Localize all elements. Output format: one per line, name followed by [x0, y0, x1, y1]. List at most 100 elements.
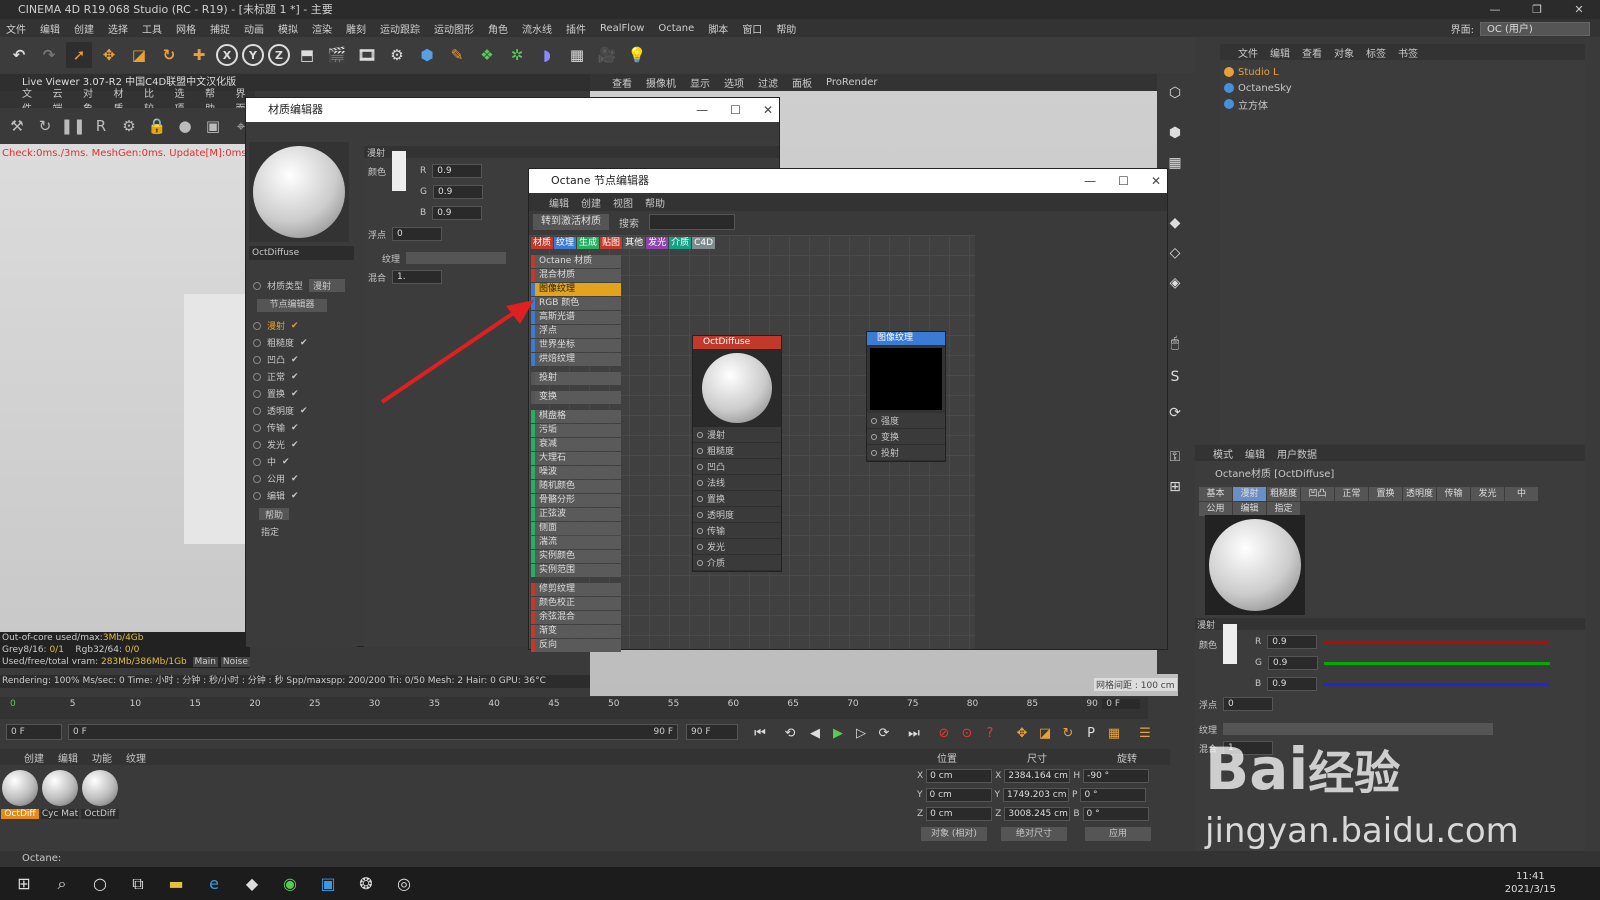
node-category-tab[interactable]: 发光: [646, 237, 669, 249]
channel-radio[interactable]: [253, 355, 261, 364]
menu-item-16[interactable]: RealFlow: [600, 23, 644, 34]
object-menu-item[interactable]: 对象: [1334, 45, 1354, 60]
timeline-ruler[interactable]: 0 5 10 15 20 25 30 35 40 45 50 55 60 65 70 75 80 85 90 0 F: [0, 697, 1148, 719]
channel-radio[interactable]: [253, 491, 261, 500]
key-param-icon[interactable]: P: [1081, 723, 1101, 743]
node-list-item[interactable]: 棋盘格: [531, 410, 621, 423]
end-frame-field[interactable]: 90 F: [686, 724, 738, 740]
coord-field[interactable]: -90 °: [1083, 769, 1150, 783]
app-icon[interactable]: ◆: [240, 872, 264, 896]
key-scale-icon[interactable]: ◪: [1035, 723, 1055, 743]
node-list-item[interactable]: 高斯光谱: [531, 311, 621, 324]
node-category-tab[interactable]: 材质: [531, 237, 554, 249]
menu-item-20[interactable]: 帮助: [776, 21, 796, 36]
material-ball-icon[interactable]: ●: [174, 115, 196, 137]
node-list-item[interactable]: 渐变: [531, 625, 621, 638]
pin-socket[interactable]: [697, 431, 703, 438]
viewport-menu-item[interactable]: 选项: [724, 75, 744, 90]
float-field[interactable]: 0: [392, 227, 443, 241]
node-input-pin[interactable]: 置换: [693, 491, 781, 507]
material-channel-row[interactable]: 透明度 ✔: [253, 403, 308, 418]
node-list-item[interactable]: 湍流: [531, 536, 621, 549]
apply-button[interactable]: 应用: [1085, 827, 1151, 841]
pause-icon[interactable]: ❚❚: [60, 115, 85, 137]
menu-item-11[interactable]: 运动跟踪: [380, 21, 420, 36]
menu-item-1[interactable]: 编辑: [40, 21, 60, 36]
menu-item-13[interactable]: 角色: [488, 21, 508, 36]
attribute-tab[interactable]: 指定: [1267, 502, 1300, 516]
menu-item-8[interactable]: 模拟: [278, 21, 298, 36]
node-editor-menu-item[interactable]: 视图: [613, 195, 633, 210]
go-to-active-material-button[interactable]: 转到激活材质: [533, 214, 609, 230]
render-settings-icon[interactable]: ⚙: [384, 42, 410, 68]
color-b-field[interactable]: 0.9: [1267, 677, 1318, 691]
node-input-pin[interactable]: 介质: [693, 555, 781, 571]
node-category-tab[interactable]: 其他: [623, 237, 646, 249]
settings-icon[interactable]: ⚙: [118, 115, 140, 137]
go-end-icon[interactable]: ⏭: [904, 723, 924, 743]
coord-field[interactable]: 0 °: [1082, 807, 1149, 821]
checkmark-icon[interactable]: ✔: [291, 355, 299, 365]
menu-item-0[interactable]: 文件: [6, 21, 26, 36]
system-clock[interactable]: 11:41 2021/3/15: [1505, 870, 1556, 896]
subdivision-icon[interactable]: ❖: [474, 42, 500, 68]
attribute-tab[interactable]: 发光: [1471, 487, 1504, 501]
menu-item-4[interactable]: 工具: [142, 21, 162, 36]
node-category-tab[interactable]: 纹理: [554, 237, 577, 249]
color-swatch[interactable]: [392, 151, 407, 191]
channel-radio[interactable]: [253, 389, 261, 398]
menu-item-17[interactable]: Octane: [658, 23, 694, 34]
material-label[interactable]: OctDiff: [1, 809, 39, 819]
menu-item-7[interactable]: 动画: [244, 21, 264, 36]
node-category-tab[interactable]: 生成: [577, 237, 600, 249]
pin-socket[interactable]: [871, 417, 877, 424]
material-channel-row[interactable]: 发光 ✔: [253, 437, 299, 452]
color-g-field[interactable]: 0.9: [1267, 656, 1318, 670]
task-view-icon[interactable]: ⧉: [126, 872, 150, 896]
material-channel-row[interactable]: 公用 ✔: [253, 471, 299, 486]
pin-socket[interactable]: [697, 511, 703, 518]
menu-item-14[interactable]: 流水线: [522, 21, 552, 36]
checkmark-icon[interactable]: ✔: [291, 372, 299, 382]
node-input-pin[interactable]: 变换: [867, 429, 945, 445]
octdiffuse-node[interactable]: OctDiffuse 漫射 粗糙度 凹凸 法线 置换 透明度 传输 发光 介质: [692, 335, 782, 572]
node-list-item[interactable]: 实例范围: [531, 564, 621, 577]
menu-item-5[interactable]: 网格: [176, 21, 196, 36]
node-input-pin[interactable]: 强度: [867, 413, 945, 429]
cortana-icon[interactable]: ○: [88, 872, 112, 896]
material-menu-item[interactable]: 功能: [92, 750, 112, 765]
size-mode-select[interactable]: 绝对尺寸: [1001, 827, 1067, 841]
checkmark-icon[interactable]: ✔: [291, 474, 299, 484]
viewport-menu-item[interactable]: 过滤: [758, 75, 778, 90]
redo-icon[interactable]: ↷: [36, 42, 62, 68]
coord-system-icon[interactable]: ⬒: [294, 42, 320, 68]
lock-icon[interactable]: 🔒: [146, 115, 168, 137]
coord-field[interactable]: 0 cm: [926, 769, 993, 783]
app-icon[interactable]: ▣: [316, 872, 340, 896]
object-menu-item[interactable]: 文件: [1238, 45, 1258, 60]
minimize-button[interactable]: —: [696, 98, 708, 122]
node-list-item[interactable]: 反向: [531, 639, 621, 652]
material-name-field[interactable]: OctDiffuse: [249, 246, 354, 260]
node-list-item[interactable]: 余弦混合: [531, 611, 621, 624]
channel-radio[interactable]: [253, 423, 261, 432]
node-category-tab[interactable]: 贴图: [600, 237, 623, 249]
checkmark-icon[interactable]: ✔: [300, 338, 308, 348]
coord-field[interactable]: 0 cm: [925, 788, 992, 802]
node-editor-button[interactable]: 节点编辑器: [257, 299, 327, 312]
y-axis-icon[interactable]: Y: [242, 44, 264, 66]
node-list-item[interactable]: 正弦波: [531, 508, 621, 521]
cloner-icon[interactable]: ✲: [504, 42, 530, 68]
close-button[interactable]: ✕: [1558, 0, 1600, 19]
color-r-slider[interactable]: [1323, 640, 1550, 644]
next-key-icon[interactable]: ⟳: [874, 723, 894, 743]
node-input-pin[interactable]: 投射: [867, 445, 945, 461]
attribute-menu-item[interactable]: 编辑: [1245, 446, 1265, 461]
pin-socket[interactable]: [871, 433, 877, 440]
cube-view-icon[interactable]: ⬢: [1162, 120, 1188, 146]
node-editor-menu-item[interactable]: 创建: [581, 195, 601, 210]
channel-radio[interactable]: [253, 321, 261, 330]
node-input-pin[interactable]: 凹凸: [693, 459, 781, 475]
frame-icon[interactable]: ▣: [202, 115, 224, 137]
node-list-item[interactable]: 混合材质: [531, 269, 621, 282]
